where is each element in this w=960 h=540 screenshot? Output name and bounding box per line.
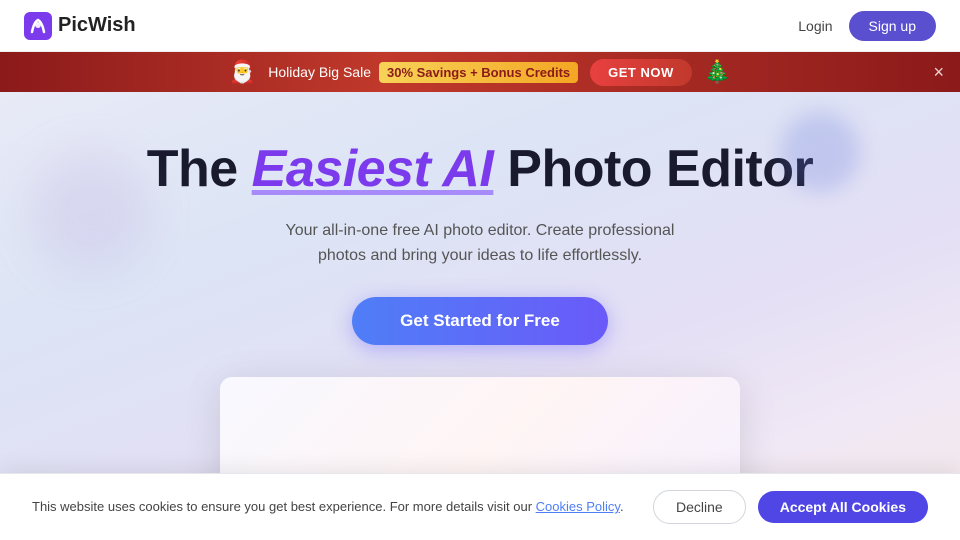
promo-banner: 🎅 Holiday Big Sale 30% Savings + Bonus C… [0,52,960,92]
blob-decoration-1 [780,112,860,192]
navbar: PicWish Login Sign up [0,0,960,52]
signup-button[interactable]: Sign up [849,11,936,41]
cookie-text-suffix: . [620,499,624,514]
nav-actions: Login Sign up [798,11,936,41]
banner-cta-button[interactable]: GET NOW [590,59,692,86]
blob-decoration-2 [30,152,150,272]
hero-subtitle: Your all-in-one free AI photo editor. Cr… [280,218,680,269]
hero-cta-button[interactable]: Get Started for Free [352,297,608,345]
cookie-actions: Decline Accept All Cookies [653,490,928,524]
cookie-banner: This website uses cookies to ensure you … [0,473,960,540]
logo-icon [24,12,52,40]
santa-icon: 🎅 [229,59,256,85]
tree-icon: 🎄 [704,59,731,85]
cookie-text-main: This website uses cookies to ensure you … [32,499,536,514]
hero-title: The Easiest AI Photo Editor [147,140,813,200]
hero-title-suffix: Photo Editor [493,140,813,198]
login-button[interactable]: Login [798,18,832,34]
banner-prefix: Holiday Big Sale [268,64,371,80]
cookie-policy-link[interactable]: Cookies Policy [536,499,620,514]
banner-content: Holiday Big Sale 30% Savings + Bonus Cre… [268,62,578,83]
cookie-decline-button[interactable]: Decline [653,490,746,524]
cookie-text: This website uses cookies to ensure you … [32,497,624,517]
banner-close-button[interactable]: × [933,63,944,81]
logo-text: PicWish [58,14,136,37]
hero-title-prefix: The [147,140,252,198]
banner-highlight: 30% Savings + Bonus Credits [379,62,578,83]
cookie-accept-button[interactable]: Accept All Cookies [758,491,928,523]
hero-title-highlight: Easiest AI [252,140,494,198]
logo[interactable]: PicWish [24,12,136,40]
